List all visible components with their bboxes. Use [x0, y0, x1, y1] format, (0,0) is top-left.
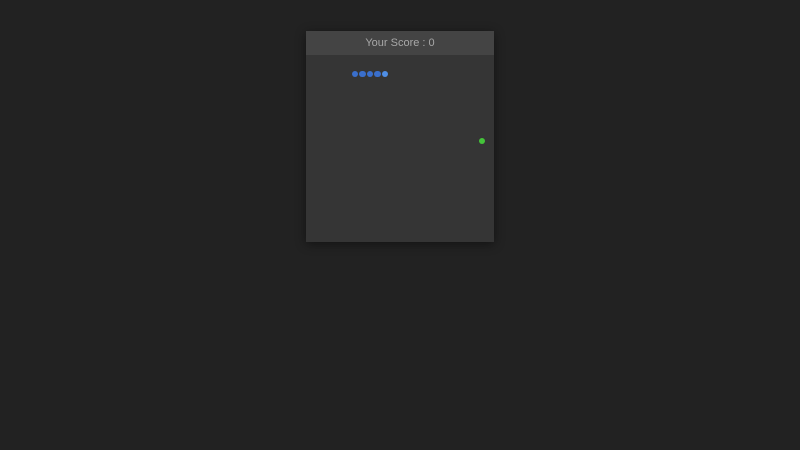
score-bar: Your Score : 0: [306, 31, 494, 55]
snake-game-window: Your Score : 0: [306, 31, 494, 242]
snake-segment: [351, 70, 358, 77]
game-board[interactable]: [306, 55, 494, 242]
score-label: Your Score : 0: [365, 37, 435, 49]
snake-segment: [366, 70, 373, 77]
snake-head: [381, 70, 388, 77]
snake-segment: [374, 70, 381, 77]
snake-segment: [359, 70, 366, 77]
food-pellet: [478, 137, 485, 144]
